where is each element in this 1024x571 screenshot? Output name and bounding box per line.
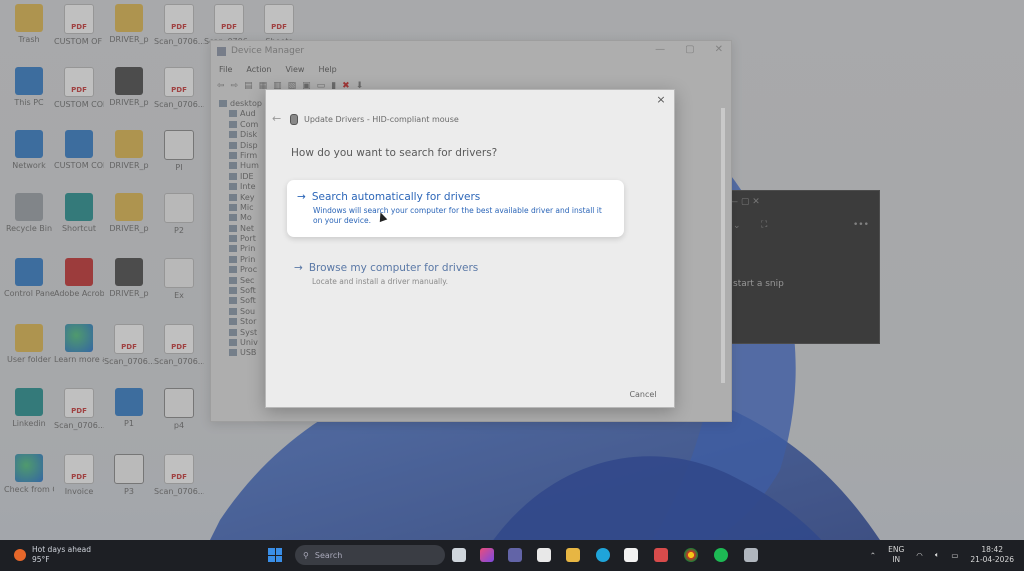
search-option-description: Windows will search your computer for th… xyxy=(313,206,602,225)
mouse-icon xyxy=(290,114,298,125)
weather-widget[interactable]: Hot days ahead 95°F xyxy=(14,545,91,565)
taskbar-search[interactable]: ⚲ Search xyxy=(295,545,445,565)
update-drivers-dialog: × ← Update Drivers - HID-compliant mouse… xyxy=(265,89,725,408)
cancel-button[interactable]: Cancel xyxy=(626,390,660,399)
search-icon: ⚲ xyxy=(303,550,309,560)
snipping-tool-icon[interactable] xyxy=(654,548,668,562)
dialog-scrollbar[interactable] xyxy=(721,108,725,383)
arrow-right-icon: → xyxy=(294,262,303,274)
clock-time: 18:42 xyxy=(981,545,1004,554)
start-button[interactable] xyxy=(268,548,282,562)
search-placeholder: Search xyxy=(314,550,343,560)
wifi-icon[interactable]: ◠ xyxy=(916,551,923,560)
search-option-title: Search automatically for drivers xyxy=(311,191,481,203)
file-explorer-icon[interactable] xyxy=(566,548,580,562)
browse-computer-option[interactable]: → Browse my computer for drivers Locate … xyxy=(294,262,634,286)
copilot-icon[interactable] xyxy=(480,548,494,562)
clock[interactable]: 18:42 21-04-2026 xyxy=(970,545,1014,565)
skype-icon[interactable] xyxy=(596,548,610,562)
task-view-icon[interactable] xyxy=(452,548,466,562)
arrow-right-icon: → xyxy=(297,191,306,203)
spotify-icon[interactable] xyxy=(714,548,728,562)
search-automatically-option[interactable]: → Search automatically for drivers Windo… xyxy=(287,180,624,237)
notepad-icon[interactable] xyxy=(624,548,638,562)
volume-icon[interactable]: 🔈︎ xyxy=(935,550,940,560)
battery-icon[interactable]: ▭ xyxy=(951,551,958,560)
chrome-icon[interactable] xyxy=(684,548,698,562)
weather-temp: 95°F xyxy=(32,555,50,564)
browse-option-description: Locate and install a driver manually. xyxy=(312,277,448,286)
chevron-up-icon[interactable]: ⌃ xyxy=(870,551,876,560)
taskbar: Hot days ahead 95°F ⚲ Search ⌃ ENG IN ◠ … xyxy=(0,540,1024,571)
dialog-header: Update Drivers - HID-compliant mouse xyxy=(290,114,459,125)
lang-code: ENG xyxy=(888,545,905,554)
language-indicator[interactable]: ENG IN xyxy=(888,545,904,565)
clock-date: 21-04-2026 xyxy=(970,555,1014,564)
store-icon[interactable] xyxy=(537,548,551,562)
teams-icon[interactable] xyxy=(508,548,522,562)
dialog-close-button[interactable]: × xyxy=(654,93,668,107)
back-arrow-icon[interactable]: ← xyxy=(272,112,281,125)
device-manager-taskbar-icon[interactable] xyxy=(744,548,758,562)
browse-option-title: Browse my computer for drivers xyxy=(308,262,479,274)
system-tray: ⌃ ENG IN ◠ 🔈︎ ▭ 18:42 21-04-2026 xyxy=(870,545,1014,565)
weather-title: Hot days ahead xyxy=(32,545,91,554)
lang-region: IN xyxy=(892,555,901,564)
dialog-header-text: Update Drivers - HID-compliant mouse xyxy=(304,115,459,124)
weather-sun-icon xyxy=(14,549,26,561)
dialog-question: How do you want to search for drivers? xyxy=(291,147,498,159)
